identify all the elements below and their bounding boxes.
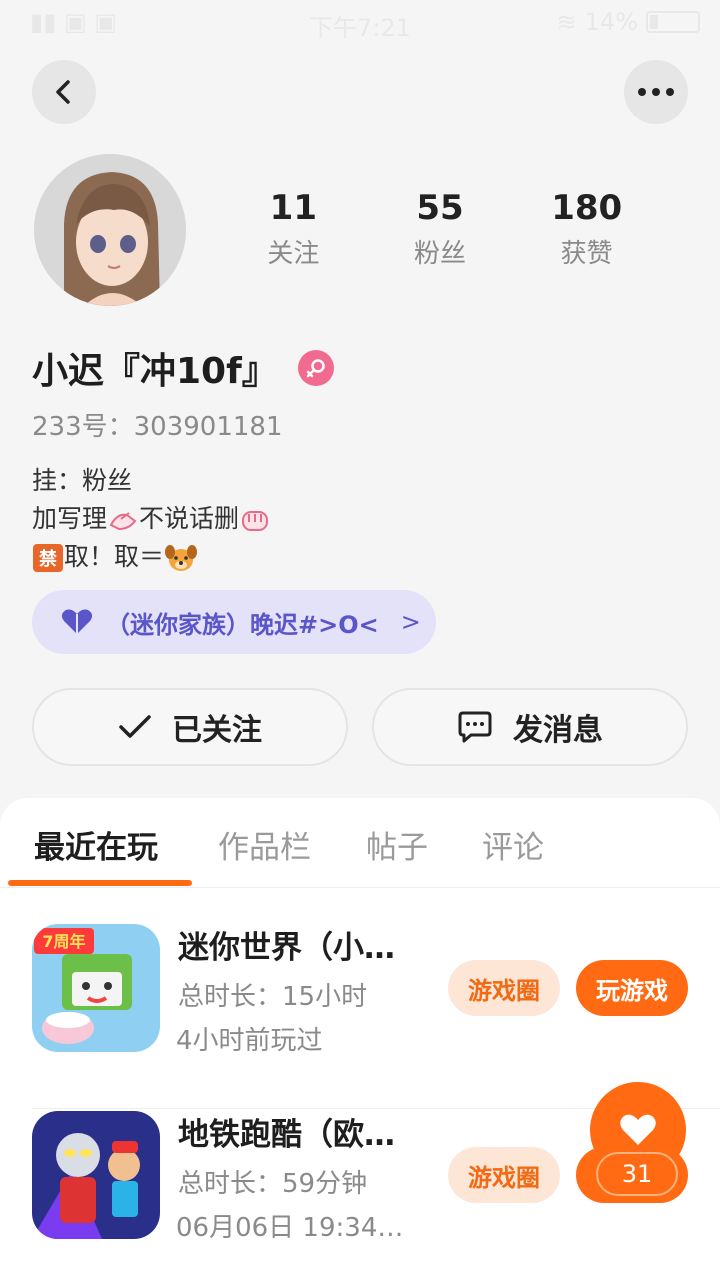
stat-fans-count: 55 <box>416 188 464 228</box>
game-last-played: 06月06日 19:34… <box>176 1213 404 1243</box>
user-id: 233号：303901181 <box>32 412 283 442</box>
active-tab-indicator <box>8 880 192 886</box>
subway-surfers-game-icon[interactable] <box>32 1111 160 1239</box>
tab-comments[interactable]: 评论 <box>482 822 544 867</box>
writing-hand-emoji-icon <box>109 512 137 531</box>
game-icon-badge-text: 7周年 <box>42 932 85 951</box>
game-title: 地铁跑酷（欧… <box>178 1117 395 1153</box>
family-label: （迷你家族）晚迟#>O< <box>106 610 379 639</box>
more-dots-icon <box>638 88 674 96</box>
status-right: ≋ 14% <box>557 8 700 36</box>
bio-line-1: 挂：粉丝 <box>32 466 133 495</box>
nickname: 小迟『冲10f』 <box>32 351 278 392</box>
stat-following-count: 11 <box>269 188 317 228</box>
content-panel: 最近在玩 作品栏 帖子 评论 7周年 迷你世界（小… 总时长：15小时 4小时前… <box>0 798 720 1280</box>
game-row[interactable]: 7周年 迷你世界（小… 总时长：15小时 4小时前玩过 游戏圈 玩游戏 <box>0 922 720 1108</box>
profile-stats: 11 关注 55 粉丝 180 获赞 <box>220 186 660 276</box>
play-game-button[interactable]: 玩游戏 <box>576 960 688 1016</box>
female-gender-icon <box>297 350 334 386</box>
avatar-illustration <box>34 154 186 306</box>
chevron-right-icon: > <box>400 608 421 636</box>
bio-line-2: 加写理 不说话删 <box>32 500 271 538</box>
tab-works[interactable]: 作品栏 <box>218 822 311 867</box>
followed-label: 已关注 <box>172 713 262 748</box>
family-heart-icon <box>61 609 93 634</box>
followed-button[interactable]: 已关注 <box>32 688 348 766</box>
battery-icon <box>646 11 700 33</box>
family-badge[interactable]: （迷你家族）晚迟#>O< > <box>32 590 436 654</box>
tab-posts[interactable]: 帖子 <box>366 822 428 867</box>
stat-fans[interactable]: 55 粉丝 <box>367 186 514 276</box>
send-message-label: 发消息 <box>513 713 603 748</box>
stat-likes-count: 180 <box>551 188 623 228</box>
stat-likes-label: 获赞 <box>560 239 613 269</box>
tab-recently-played[interactable]: 最近在玩 <box>34 822 158 867</box>
status-bar: ▮▮ ▣ ▣ 下午7:21 ≋ 14% <box>0 0 720 48</box>
game-title: 迷你世界（小… <box>178 930 395 966</box>
stat-likes[interactable]: 180 获赞 <box>513 186 660 276</box>
game-duration: 总时长：15小时 <box>178 982 368 1012</box>
nickname-row: 小迟『冲10f』 <box>32 342 334 394</box>
wifi-icon: ≋ <box>556 8 577 36</box>
prohibited-sign-icon: 禁 <box>33 544 63 572</box>
bio-line-2-prefix: 加写理 <box>32 504 108 533</box>
chat-bubble-icon <box>458 711 492 743</box>
stat-following[interactable]: 11 关注 <box>220 186 367 276</box>
game-circle-button[interactable]: 游戏圈 <box>448 1147 560 1203</box>
avatar[interactable] <box>34 154 186 306</box>
like-count: 31 <box>596 1152 678 1196</box>
bio-line-3-prefix: 取！取＝ <box>64 542 165 571</box>
send-message-button[interactable]: 发消息 <box>372 688 688 766</box>
bio-line-3: 禁取！取＝ <box>32 538 271 576</box>
stat-fans-label: 粉丝 <box>414 239 467 269</box>
heart-icon <box>620 1114 656 1145</box>
bio-line-2-mid: 不说话删 <box>139 504 240 533</box>
chevron-left-icon <box>56 80 70 104</box>
checkmark-icon <box>119 715 151 738</box>
stat-following-label: 关注 <box>267 239 320 269</box>
battery-percent: 14% <box>584 8 638 36</box>
mini-world-game-icon[interactable]: 7周年 <box>32 924 160 1052</box>
game-last-played: 4小时前玩过 <box>176 1026 323 1056</box>
dog-face-emoji-icon <box>165 545 198 571</box>
fist-emoji-icon <box>242 511 269 531</box>
more-button[interactable] <box>624 60 688 124</box>
bio: 挂：粉丝 加写理 不说话删 禁取！取＝ <box>32 462 271 576</box>
game-duration: 总时长：59分钟 <box>178 1169 368 1199</box>
svg-text:禁: 禁 <box>39 548 57 570</box>
tab-bar: 最近在玩 作品栏 帖子 评论 <box>0 798 720 888</box>
back-button[interactable] <box>32 60 96 124</box>
game-circle-button[interactable]: 游戏圈 <box>448 960 560 1016</box>
